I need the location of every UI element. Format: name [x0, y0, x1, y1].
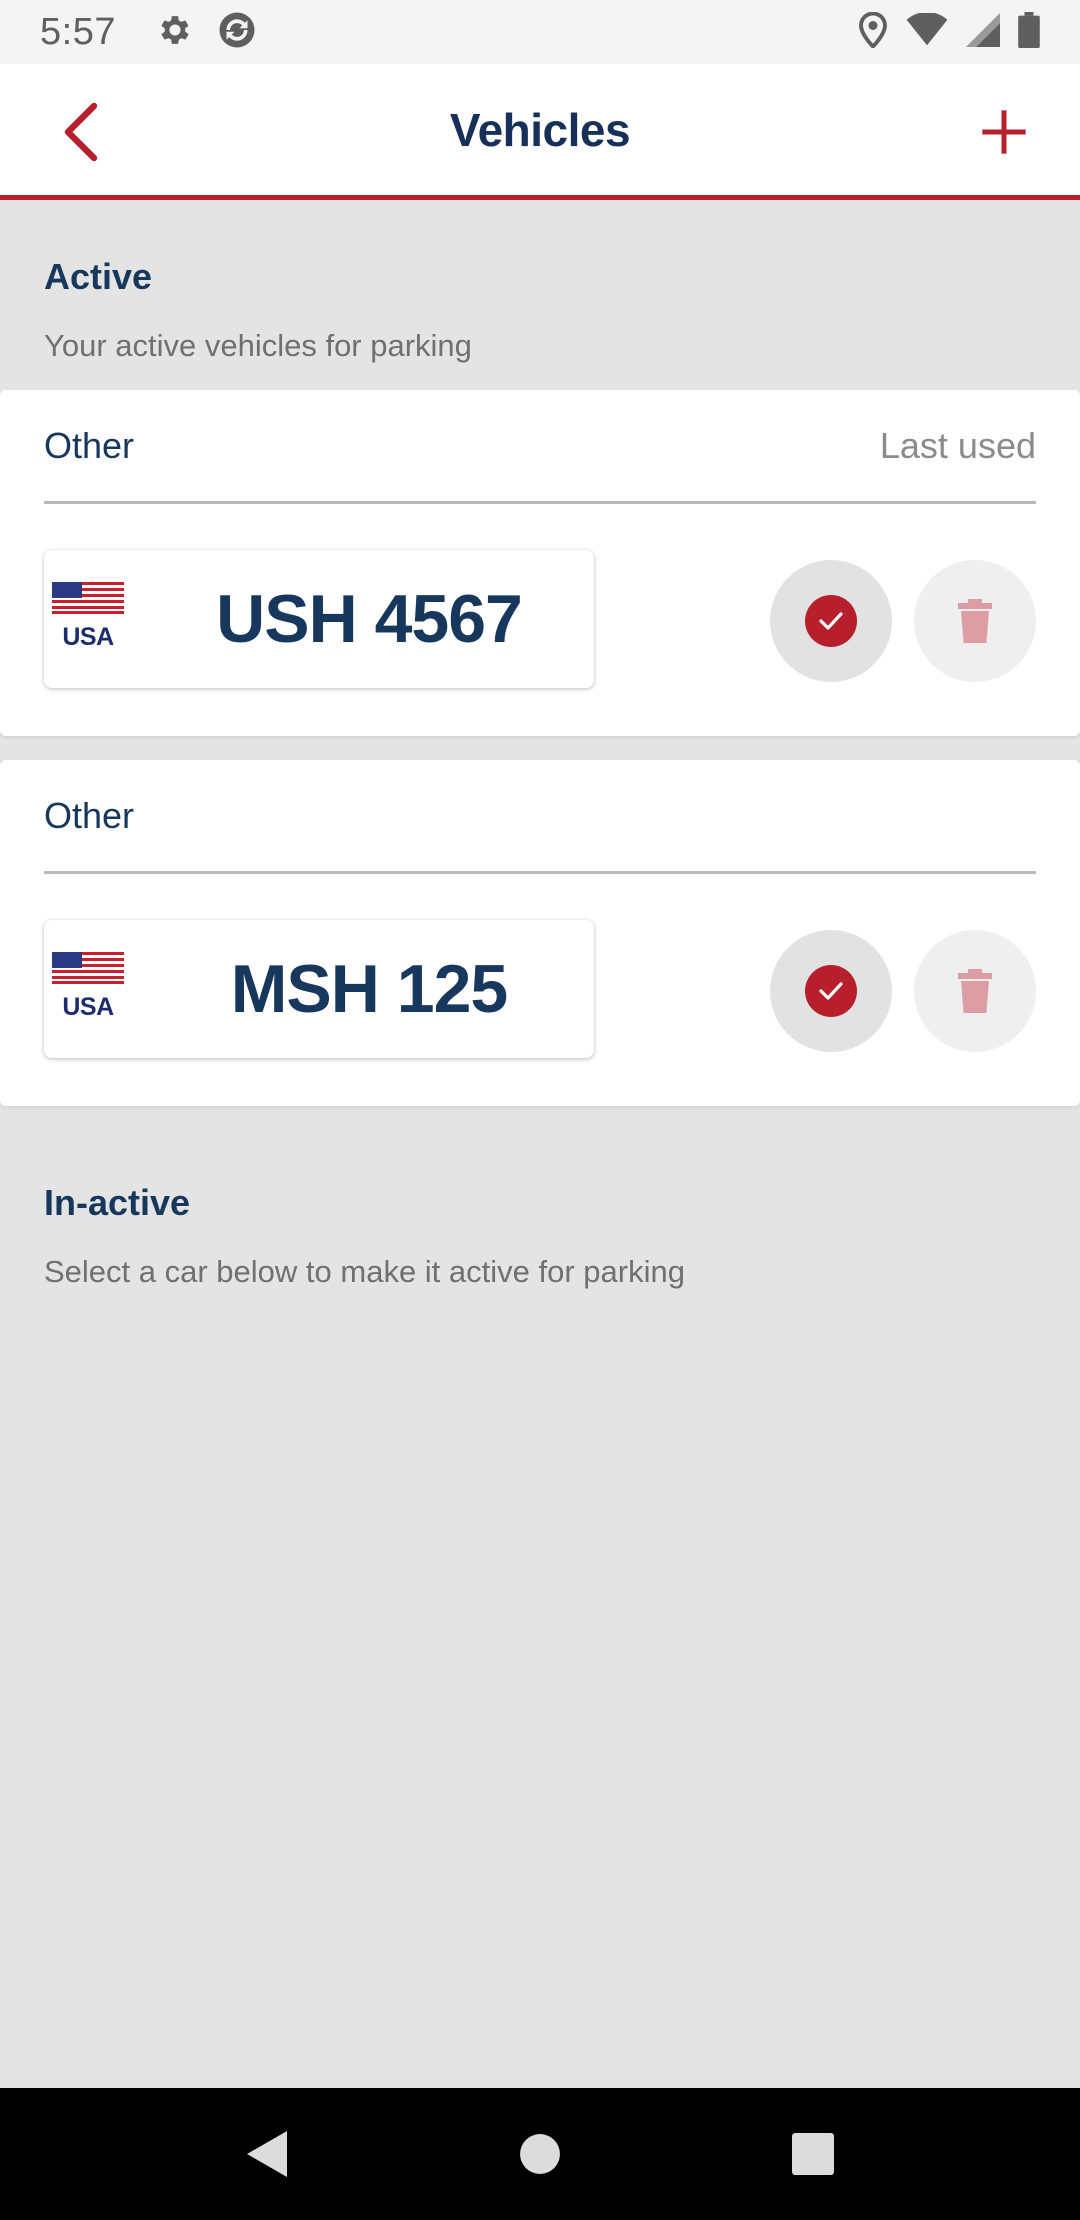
page-title: Vehicles — [449, 103, 631, 156]
battery-icon — [1018, 11, 1040, 53]
usa-flag: USA — [52, 952, 124, 1022]
status-time: 5:57 — [40, 10, 116, 53]
license-plate[interactable]: USA MSH 125 — [44, 920, 594, 1058]
plate-number: MSH 125 — [230, 951, 508, 1027]
inactive-section-subtitle: Select a car below to make it active for… — [44, 1254, 685, 1289]
check-icon — [805, 965, 857, 1017]
location-icon — [858, 11, 888, 53]
chevron-left-icon — [64, 102, 98, 162]
gear-icon — [156, 11, 194, 54]
system-nav-bar — [0, 2088, 1080, 2220]
wifi-icon — [906, 11, 948, 52]
inactive-section-header: In-active Select a car below to make it … — [44, 1182, 685, 1290]
license-plate[interactable]: USA USH 4567 — [44, 550, 594, 688]
activate-vehicle-button[interactable] — [770, 930, 892, 1052]
vehicle-card: Other Last used USA USH 4567 — [0, 390, 1080, 736]
vehicle-card: Other USA MSH 125 — [0, 760, 1080, 1106]
plus-icon — [982, 110, 1026, 154]
vehicle-card-header: Other — [44, 760, 1036, 874]
trash-icon — [958, 599, 992, 643]
active-section-header: Active Your active vehicles for parking — [44, 256, 472, 364]
usa-flag-icon — [52, 952, 124, 984]
usa-flag: USA — [52, 582, 124, 652]
plate-number: USH 4567 — [216, 581, 523, 657]
sync-icon — [216, 9, 258, 56]
activate-vehicle-button[interactable] — [770, 560, 892, 682]
vehicle-type-label: Other — [44, 794, 135, 836]
trash-icon — [958, 969, 992, 1013]
vehicle-card-header: Other Last used — [44, 390, 1036, 504]
back-triangle-icon — [246, 2131, 287, 2177]
recents-square-icon — [792, 2133, 835, 2175]
delete-vehicle-button[interactable] — [914, 560, 1036, 682]
vehicle-type-label: Other — [44, 424, 135, 466]
home-circle-icon — [520, 2134, 560, 2174]
nav-recents-button[interactable] — [773, 2114, 853, 2194]
check-icon — [805, 595, 857, 647]
nav-home-button[interactable] — [500, 2114, 580, 2194]
active-section-subtitle: Your active vehicles for parking — [44, 328, 472, 363]
inactive-section-title: In-active — [44, 1182, 191, 1223]
active-section-title: Active — [44, 256, 153, 297]
country-label: USA — [62, 623, 114, 651]
country-label: USA — [62, 993, 114, 1021]
app-bar: Vehicles — [0, 64, 1080, 200]
usa-flag-icon — [52, 582, 124, 614]
delete-vehicle-button[interactable] — [914, 930, 1036, 1052]
status-bar: 5:57 — [0, 0, 1080, 64]
add-vehicle-button[interactable] — [972, 100, 1036, 164]
back-button[interactable] — [50, 100, 114, 164]
last-used-label: Last used — [879, 424, 1036, 466]
nav-back-button[interactable] — [227, 2114, 307, 2194]
signal-icon — [966, 12, 1000, 52]
